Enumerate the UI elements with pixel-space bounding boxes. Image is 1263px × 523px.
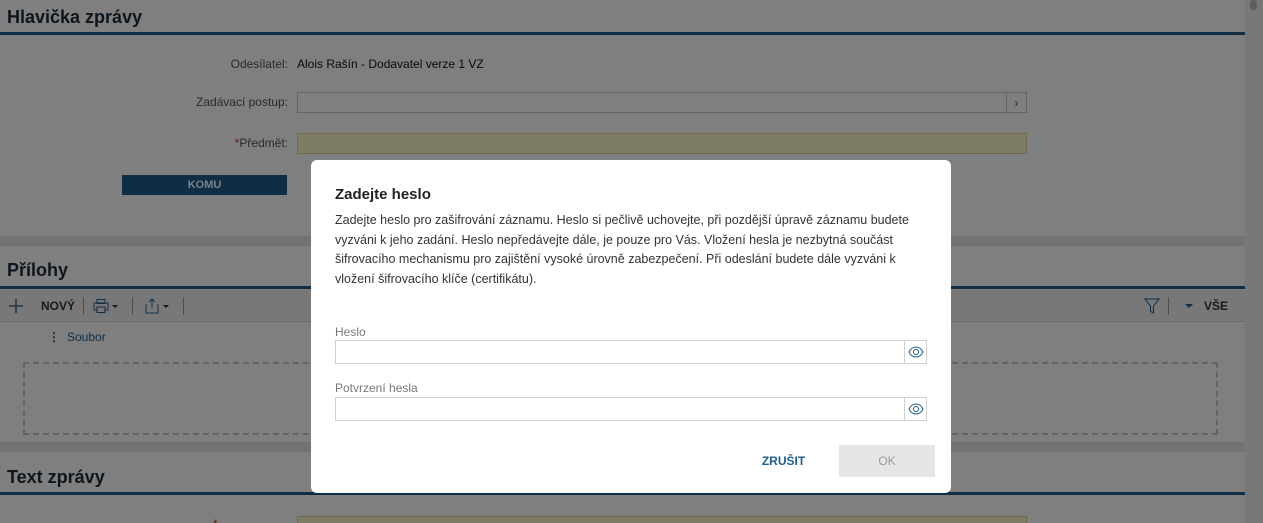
password-label: Heslo <box>335 325 366 339</box>
dialog-description: Zadejte heslo pro zašifrování záznamu. H… <box>335 213 909 286</box>
password-input[interactable] <box>335 340 927 364</box>
eye-icon <box>907 403 924 415</box>
cancel-button[interactable]: ZRUŠIT <box>751 450 816 472</box>
ok-button[interactable]: OK <box>839 445 935 477</box>
show-confirm-password-button[interactable] <box>904 398 926 420</box>
password-dialog: Zadejte heslo Zadejte heslo pro zašifrov… <box>311 160 951 493</box>
confirm-password-input[interactable] <box>335 397 927 421</box>
eye-icon <box>907 346 924 358</box>
show-password-button[interactable] <box>904 341 926 363</box>
confirm-password-label: Potvrzení hesla <box>335 381 418 395</box>
dialog-title: Zadejte heslo <box>335 186 431 203</box>
